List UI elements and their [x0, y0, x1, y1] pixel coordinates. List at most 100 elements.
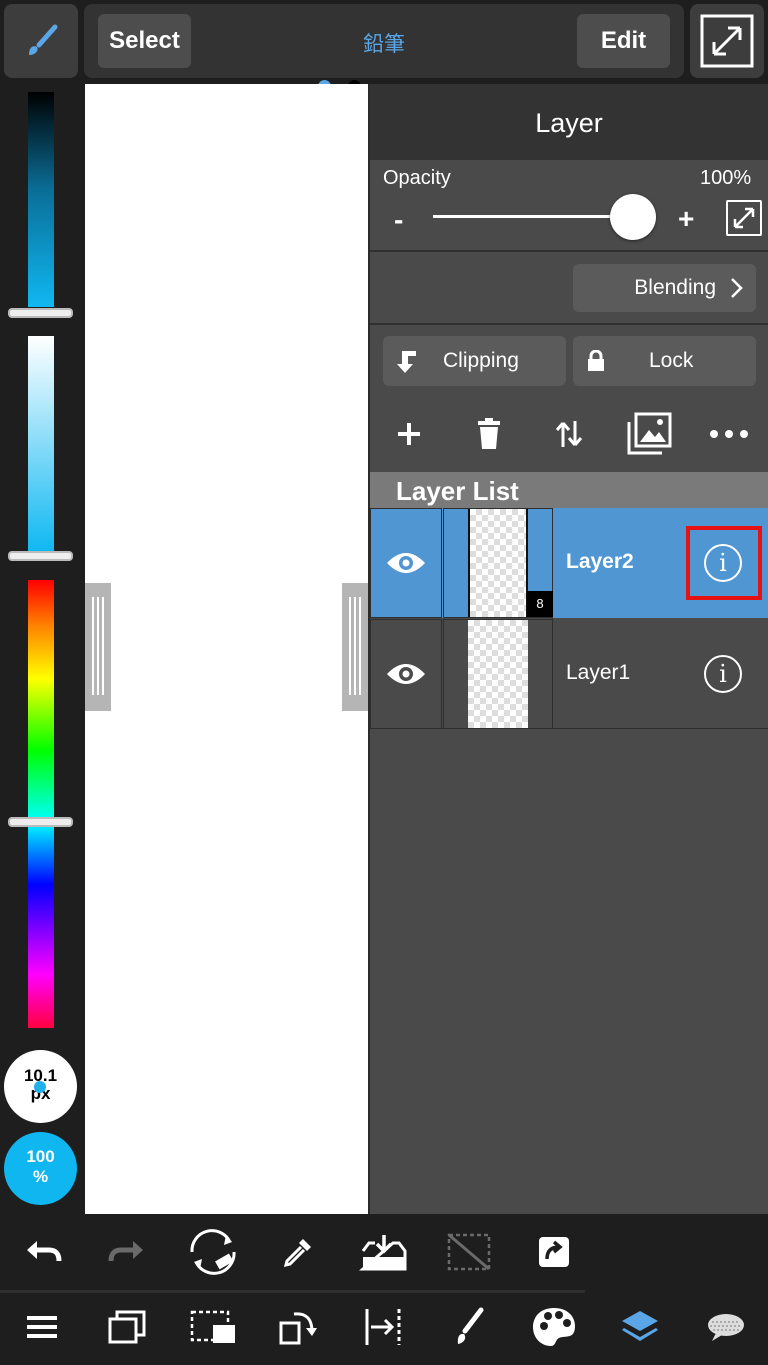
eye-icon: [387, 664, 425, 684]
layer-thumbnail[interactable]: 8: [443, 508, 553, 618]
brush-name[interactable]: 鉛筆: [284, 28, 484, 58]
redo-icon: [108, 1241, 143, 1262]
layer-list-header: Layer List: [370, 472, 768, 508]
layer-thumbnail[interactable]: [443, 619, 553, 729]
opacity-plus-button[interactable]: +: [678, 203, 694, 235]
blending-label: Blending: [634, 276, 716, 299]
selection-button[interactable]: [183, 1297, 243, 1357]
chat-icon: [708, 1314, 744, 1341]
fullscreen-button[interactable]: [690, 4, 764, 78]
layer-row-layer1[interactable]: Layer1 i: [370, 619, 768, 729]
more-options-button[interactable]: [704, 409, 754, 459]
menu-icon: [27, 1316, 57, 1338]
delete-layer-button[interactable]: [464, 409, 514, 459]
move-layer-icon: [555, 421, 583, 447]
layer-badge: 8: [527, 591, 553, 617]
move-layer-button[interactable]: [544, 409, 594, 459]
eyedropper-icon: [283, 1239, 311, 1268]
brightness-slider[interactable]: [28, 92, 54, 307]
transform-eraser-icon: [190, 1229, 236, 1275]
clipping-label: Clipping: [443, 349, 519, 372]
rotate-icon: [279, 1312, 317, 1345]
ruler-icon: [365, 1309, 401, 1345]
eye-icon: [387, 553, 425, 573]
layers-button[interactable]: [610, 1297, 670, 1357]
blending-button[interactable]: Blending: [573, 264, 756, 312]
clipping-icon: [397, 351, 416, 373]
menu-button[interactable]: [12, 1297, 72, 1357]
chat-button[interactable]: [696, 1297, 756, 1357]
opacity-label: Opacity: [383, 167, 451, 189]
brush-button[interactable]: [439, 1297, 499, 1357]
opacity-expand-button[interactable]: [726, 200, 762, 236]
share-button[interactable]: [524, 1222, 584, 1282]
layers-window-icon: [108, 1310, 146, 1344]
import-button[interactable]: [354, 1222, 414, 1282]
undo-button[interactable]: [13, 1222, 73, 1282]
divider: [370, 250, 768, 252]
undo-icon: [27, 1241, 62, 1262]
brush-opacity-unit: %: [32, 1167, 49, 1186]
brush-size-dot: [34, 1081, 46, 1093]
lock-label: Lock: [649, 349, 694, 372]
select-button[interactable]: Select: [98, 14, 191, 68]
selection-icon: [190, 1310, 235, 1343]
visibility-toggle[interactable]: [370, 508, 442, 618]
brightness-handle[interactable]: [8, 308, 73, 318]
layers-icon: [622, 1311, 658, 1341]
lock-icon: [588, 350, 604, 371]
opacity-value: 100%: [700, 167, 752, 189]
hue-handle[interactable]: [8, 817, 73, 827]
layer-panel-title: Layer: [370, 84, 768, 160]
import-icon: [359, 1235, 407, 1271]
deselect-icon: [447, 1233, 491, 1271]
left-panel-grip[interactable]: [85, 583, 111, 711]
right-panel-grip[interactable]: [342, 583, 368, 711]
eyedropper-button[interactable]: [268, 1222, 328, 1282]
fullscreen-icon: [700, 14, 754, 68]
opacity-minus-button[interactable]: -: [394, 204, 403, 236]
expand-icon: [733, 207, 755, 229]
hue-slider[interactable]: [28, 580, 54, 1028]
import-image-button[interactable]: [624, 409, 674, 459]
more-icon: [710, 430, 748, 438]
ruler-button[interactable]: [354, 1297, 414, 1357]
palette-button[interactable]: [524, 1297, 584, 1357]
chevron-right-icon: [731, 278, 743, 298]
transform-eraser-button[interactable]: [183, 1222, 243, 1282]
edit-button[interactable]: Edit: [577, 14, 670, 68]
info-icon[interactable]: i: [704, 655, 742, 693]
redo-button[interactable]: [97, 1222, 157, 1282]
import-image-icon: [627, 412, 672, 455]
visibility-toggle[interactable]: [370, 619, 442, 729]
trash-icon: [478, 418, 500, 449]
divider: [0, 1290, 585, 1293]
brush-icon: [457, 1307, 484, 1344]
transparent-thumbnail: [468, 620, 528, 728]
opacity-slider[interactable]: [433, 215, 633, 218]
saturation-slider[interactable]: [28, 336, 54, 551]
transparent-thumbnail: [468, 509, 528, 617]
saturation-handle[interactable]: [8, 551, 73, 561]
brush-opacity-value: 100: [26, 1147, 55, 1166]
share-icon: [539, 1237, 569, 1267]
opacity-slider-knob[interactable]: [610, 194, 656, 240]
palette-icon: [533, 1308, 575, 1346]
layer-name: Layer2: [566, 550, 634, 573]
drawing-canvas[interactable]: [85, 84, 368, 1214]
clipping-button[interactable]: Clipping: [383, 336, 566, 386]
brush-icon: [29, 24, 58, 55]
layers-window-button[interactable]: [97, 1297, 157, 1357]
deselect-button[interactable]: [439, 1222, 499, 1282]
brush-tool-button[interactable]: [4, 4, 78, 78]
brush-opacity-button[interactable]: 100 %: [4, 1132, 77, 1205]
lock-button[interactable]: Lock: [573, 336, 756, 386]
color-panel: [0, 84, 85, 1214]
rotate-button[interactable]: [268, 1297, 328, 1357]
brush-size-button[interactable]: 10.1 px: [4, 1050, 77, 1123]
info-button-highlight: [686, 526, 762, 600]
add-icon: [398, 423, 420, 445]
divider: [370, 323, 768, 325]
add-layer-button[interactable]: [384, 409, 434, 459]
layer-name: Layer1: [566, 661, 631, 684]
